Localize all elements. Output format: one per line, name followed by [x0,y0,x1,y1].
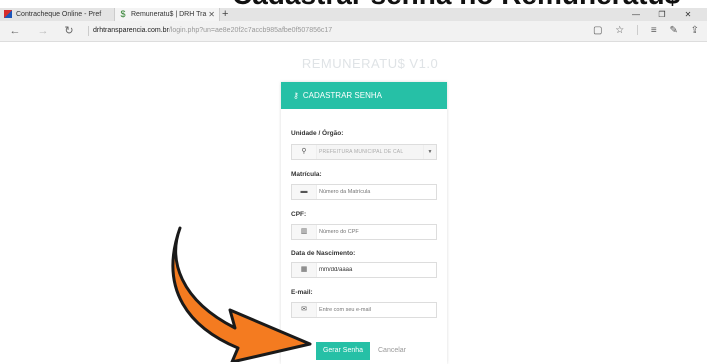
window-controls: — ❐ ✕ [623,8,701,21]
map-marker-icon: ⚲ [292,145,317,159]
tab-label: Contracheque Online - Pref [16,11,102,18]
tab-label: Remuneratu$ | DRH Tra [131,11,207,18]
hub-icon[interactable]: ≡ [651,24,657,38]
chevron-down-icon: ▼ [423,145,436,159]
key-icon: ⚷ [293,91,299,100]
matricula-input[interactable] [319,185,429,199]
favorite-star-icon[interactable]: ☆ [615,24,624,38]
new-tab-icon[interactable]: + [222,8,228,21]
browser-toolbar: ▢ ☆ ≡ ✎ ⇪ [583,24,699,38]
tab-contracheque[interactable]: Contracheque Online - Pref [0,8,112,21]
email-input[interactable] [319,303,429,317]
close-tab-icon[interactable]: ✕ [208,8,215,21]
matricula-field: ▬ [291,184,437,200]
refresh-icon[interactable]: ↻ [62,24,76,38]
unidade-value: PREFEITURA MUNICIPAL DE CAL [319,149,404,155]
tab-bar: Contracheque Online - Pref $ Remuneratu$ … [0,8,707,21]
card-header: ⚷ CADASTRAR SENHA [281,82,447,109]
back-icon[interactable]: ← [8,24,22,38]
tab-remuneratus[interactable]: $ Remuneratu$ | DRH Tra ✕ [114,8,220,21]
app-title: REMUNERATU$ V1.0 [301,56,439,71]
share-icon[interactable]: ⇪ [691,24,699,38]
minimize-icon[interactable]: — [623,8,649,21]
heading-strip: Cadastrar senha no Remuneratu$ [0,0,707,8]
cancel-link[interactable]: Cancelar [378,342,406,360]
reading-view-icon[interactable]: ▢ [593,24,602,38]
page-heading: Cadastrar senha no Remuneratu$ [232,0,680,8]
divider [88,26,89,36]
url-field[interactable]: drhtransparencia.com.br/login.php?un=ae8… [93,26,332,36]
nascimento-input[interactable] [319,263,429,277]
pointer-arrow-icon [171,226,312,362]
divider [637,25,639,36]
web-note-icon[interactable]: ✎ [669,24,677,38]
card-title: CADASTRAR SENHA [302,91,382,100]
unidade-label: Unidade / Órgão: [291,130,344,137]
forward-icon[interactable]: → [36,24,50,38]
unidade-select[interactable]: ⚲ PREFEITURA MUNICIPAL DE CAL ▼ [291,144,437,160]
matricula-label: Matrícula: [291,171,322,178]
favicon-icon [4,10,12,19]
close-window-icon[interactable]: ✕ [675,8,701,21]
maximize-icon[interactable]: ❐ [649,8,675,21]
cpf-input[interactable] [319,225,429,239]
id-card-icon: ▬ [292,185,317,199]
cpf-label: CPF: [291,211,307,218]
address-bar: ← → ↻ drhtransparencia.com.br/login.php?… [0,21,707,42]
dollar-favicon-icon: $ [120,9,126,20]
